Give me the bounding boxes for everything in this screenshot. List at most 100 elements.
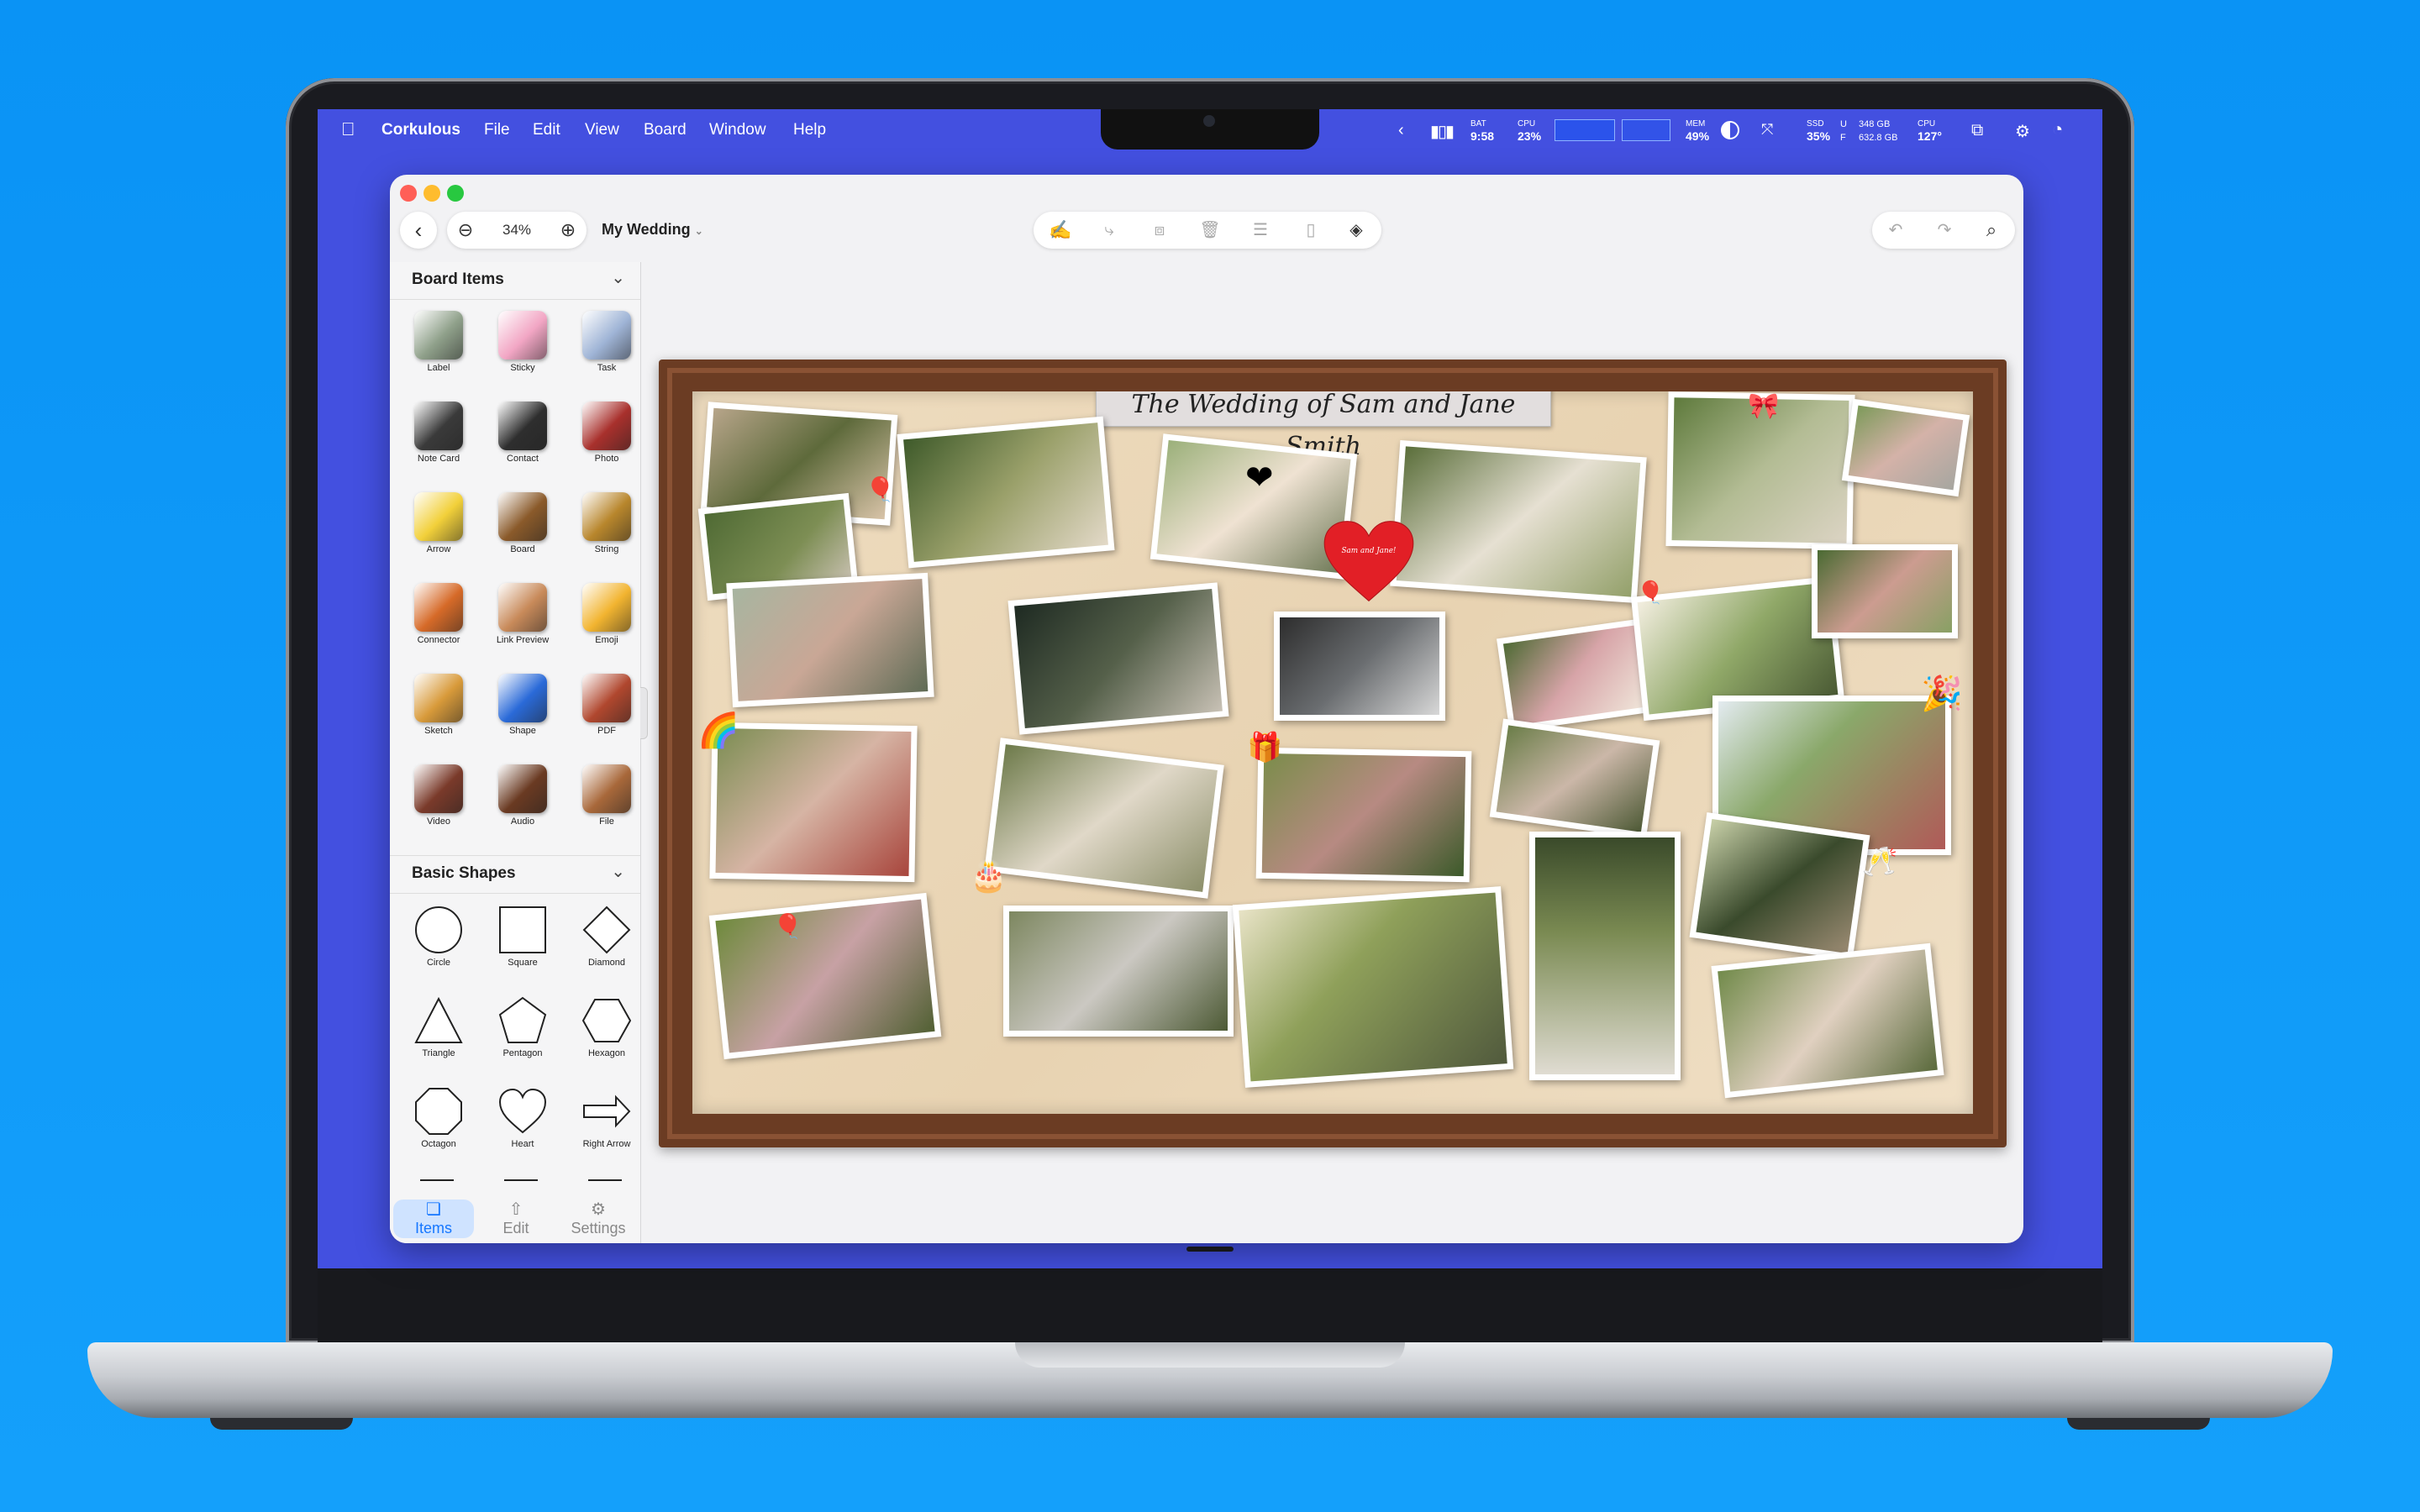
menu-help[interactable]: Help	[793, 121, 826, 139]
cork-board[interactable]: The Wedding of Sam and Jane Smith Sam an…	[692, 391, 1973, 1114]
photo-item[interactable]	[1711, 942, 1944, 1099]
chevron-left-icon[interactable]: ‹	[1398, 121, 1404, 140]
heart-note[interactable]: Sam and Jane!	[1323, 519, 1415, 603]
redo-icon[interactable]: ↷	[1926, 212, 1963, 249]
board-name-dropdown[interactable]: My Wedding ⌄	[602, 221, 703, 239]
board-item-note-card[interactable]: Note Card	[397, 393, 481, 477]
control-center-icon[interactable]: ⚙	[2015, 121, 2030, 142]
photo-item[interactable]	[1274, 612, 1445, 721]
shape-item-triangle[interactable]: Triangle	[397, 988, 481, 1072]
balloon-icon[interactable]: 🎈	[773, 912, 802, 940]
board-item-video[interactable]: Video	[397, 756, 481, 840]
party-popper-icon[interactable]: 🎉	[1921, 674, 1963, 713]
menu-view[interactable]: View	[585, 121, 619, 139]
menu-board[interactable]: Board	[644, 121, 687, 139]
battery-stat[interactable]: BAT 9:58	[1470, 118, 1494, 143]
shape-item-hexagon[interactable]: Hexagon	[565, 988, 640, 1072]
photo-item[interactable]	[1689, 812, 1870, 960]
cpu-temp-stat[interactable]: CPU 127°	[1918, 118, 1942, 143]
left-arrow-row-icon[interactable]	[420, 1179, 454, 1196]
ssd-stat[interactable]: SSD 35%	[1807, 118, 1830, 143]
balloon-icon[interactable]: 🎈	[1637, 580, 1664, 606]
board-items-header[interactable]: Board Items ⌄	[390, 262, 640, 300]
tab-items[interactable]: ❏ Items	[393, 1200, 474, 1238]
menu-window[interactable]: Window	[709, 121, 766, 139]
photo-item[interactable]	[1841, 398, 1970, 497]
photo-item[interactable]	[897, 416, 1115, 569]
shape-item-diamond[interactable]: Diamond	[565, 897, 640, 981]
board-item-arrow[interactable]: Arrow	[397, 484, 481, 568]
photo-item[interactable]	[1489, 718, 1660, 839]
board-item-task[interactable]: Task	[565, 302, 649, 386]
photo-item[interactable]	[1003, 906, 1234, 1037]
red-heart-icon[interactable]: ❤	[1245, 459, 1274, 497]
rainbow-icon[interactable]: 🌈	[697, 711, 739, 750]
bow-icon[interactable]: 🎀	[1748, 391, 1779, 421]
fit-icon[interactable]: ▯	[1292, 212, 1329, 249]
cake-icon[interactable]: 🎂	[970, 858, 1007, 894]
zoom-in-icon[interactable]: ⊕	[550, 212, 587, 249]
tab-edit[interactable]: ⇧ Edit	[476, 1200, 556, 1238]
sidebar-collapse-handle[interactable]	[640, 687, 648, 739]
close-window-button[interactable]	[400, 185, 417, 202]
board-item-string[interactable]: String	[565, 484, 649, 568]
zoom-window-button[interactable]	[447, 185, 464, 202]
board-item-link-preview[interactable]: Link Preview	[481, 575, 565, 659]
board-item-sketch[interactable]: Sketch	[397, 665, 481, 749]
photo-item[interactable]	[709, 722, 918, 883]
photo-item[interactable]	[1390, 439, 1647, 604]
shape-item-square[interactable]: Square	[481, 897, 565, 981]
board-title-label[interactable]: The Wedding of Sam and Jane Smith	[1096, 391, 1551, 461]
apple-menu-icon[interactable]: 	[341, 118, 355, 140]
photo-item[interactable]	[1497, 618, 1653, 732]
photo-item[interactable]	[1529, 832, 1681, 1080]
fan-icon[interactable]: ⤧	[1761, 121, 1773, 139]
align-icon[interactable]: ☰	[1242, 212, 1279, 249]
photo-item[interactable]	[708, 892, 942, 1060]
memory-stat[interactable]: MEM 49%	[1686, 118, 1709, 143]
board-item-audio[interactable]: Audio	[481, 756, 565, 840]
photo-item[interactable]	[1812, 544, 1958, 638]
photo-item[interactable]	[726, 572, 934, 708]
board-item-file[interactable]: File	[565, 756, 649, 840]
board-item-label[interactable]: Label	[397, 302, 481, 386]
board-item-board[interactable]: Board	[481, 484, 565, 568]
signature-icon[interactable]: ✍	[1042, 212, 1079, 249]
basic-shapes-header[interactable]: Basic Shapes ⌄	[390, 855, 640, 894]
zoom-out-icon[interactable]: ⊖	[447, 212, 484, 249]
up-arrow-row-icon[interactable]	[504, 1179, 538, 1196]
menu-file[interactable]: File	[484, 121, 510, 139]
board-item-pdf[interactable]: PDF	[565, 665, 649, 749]
menu-edit[interactable]: Edit	[533, 121, 560, 139]
shape-item-right-arrow[interactable]: Right Arrow	[565, 1079, 640, 1163]
balloon-icon[interactable]: 🎈	[865, 475, 895, 503]
clock-icon[interactable]: ◔	[2052, 118, 2063, 140]
connect-icon[interactable]: ⤷	[1091, 212, 1128, 249]
stats-graph-icon[interactable]: ▮▯▮	[1430, 121, 1455, 142]
trash-icon[interactable]: 🗑	[1192, 212, 1228, 249]
app-menu[interactable]: Corkulous	[381, 121, 460, 139]
photo-item[interactable]	[1255, 747, 1472, 883]
shape-item-heart[interactable]: Heart	[481, 1079, 565, 1163]
champagne-icon[interactable]: 🥂	[1862, 845, 1897, 879]
shape-item-octagon[interactable]: Octagon	[397, 1079, 481, 1163]
cpu-stat[interactable]: CPU 23%	[1518, 118, 1541, 143]
layers-icon[interactable]: ◈	[1338, 212, 1375, 249]
photo-item[interactable]	[984, 738, 1224, 899]
shape-item-pentagon[interactable]: Pentagon	[481, 988, 565, 1072]
minimize-window-button[interactable]	[424, 185, 440, 202]
tab-settings[interactable]: ⚙ Settings	[558, 1200, 639, 1238]
undo-icon[interactable]: ↶	[1877, 212, 1914, 249]
search-icon[interactable]: ⌕	[1973, 212, 2010, 249]
board-item-shape[interactable]: Shape	[481, 665, 565, 749]
board-item-sticky[interactable]: Sticky	[481, 302, 565, 386]
photo-item[interactable]	[1232, 886, 1514, 1088]
board-item-emoji[interactable]: Emoji	[565, 575, 649, 659]
gift-icon[interactable]: 🎁	[1247, 731, 1282, 764]
screen-mirror-icon[interactable]: ⧉	[1971, 121, 1983, 140]
board-item-photo[interactable]: Photo	[565, 393, 649, 477]
board-item-contact[interactable]: Contact	[481, 393, 565, 477]
resize-icon[interactable]: ⧈	[1141, 212, 1178, 249]
board-item-connector[interactable]: Connector	[397, 575, 481, 659]
back-button[interactable]: ‹	[400, 212, 437, 249]
